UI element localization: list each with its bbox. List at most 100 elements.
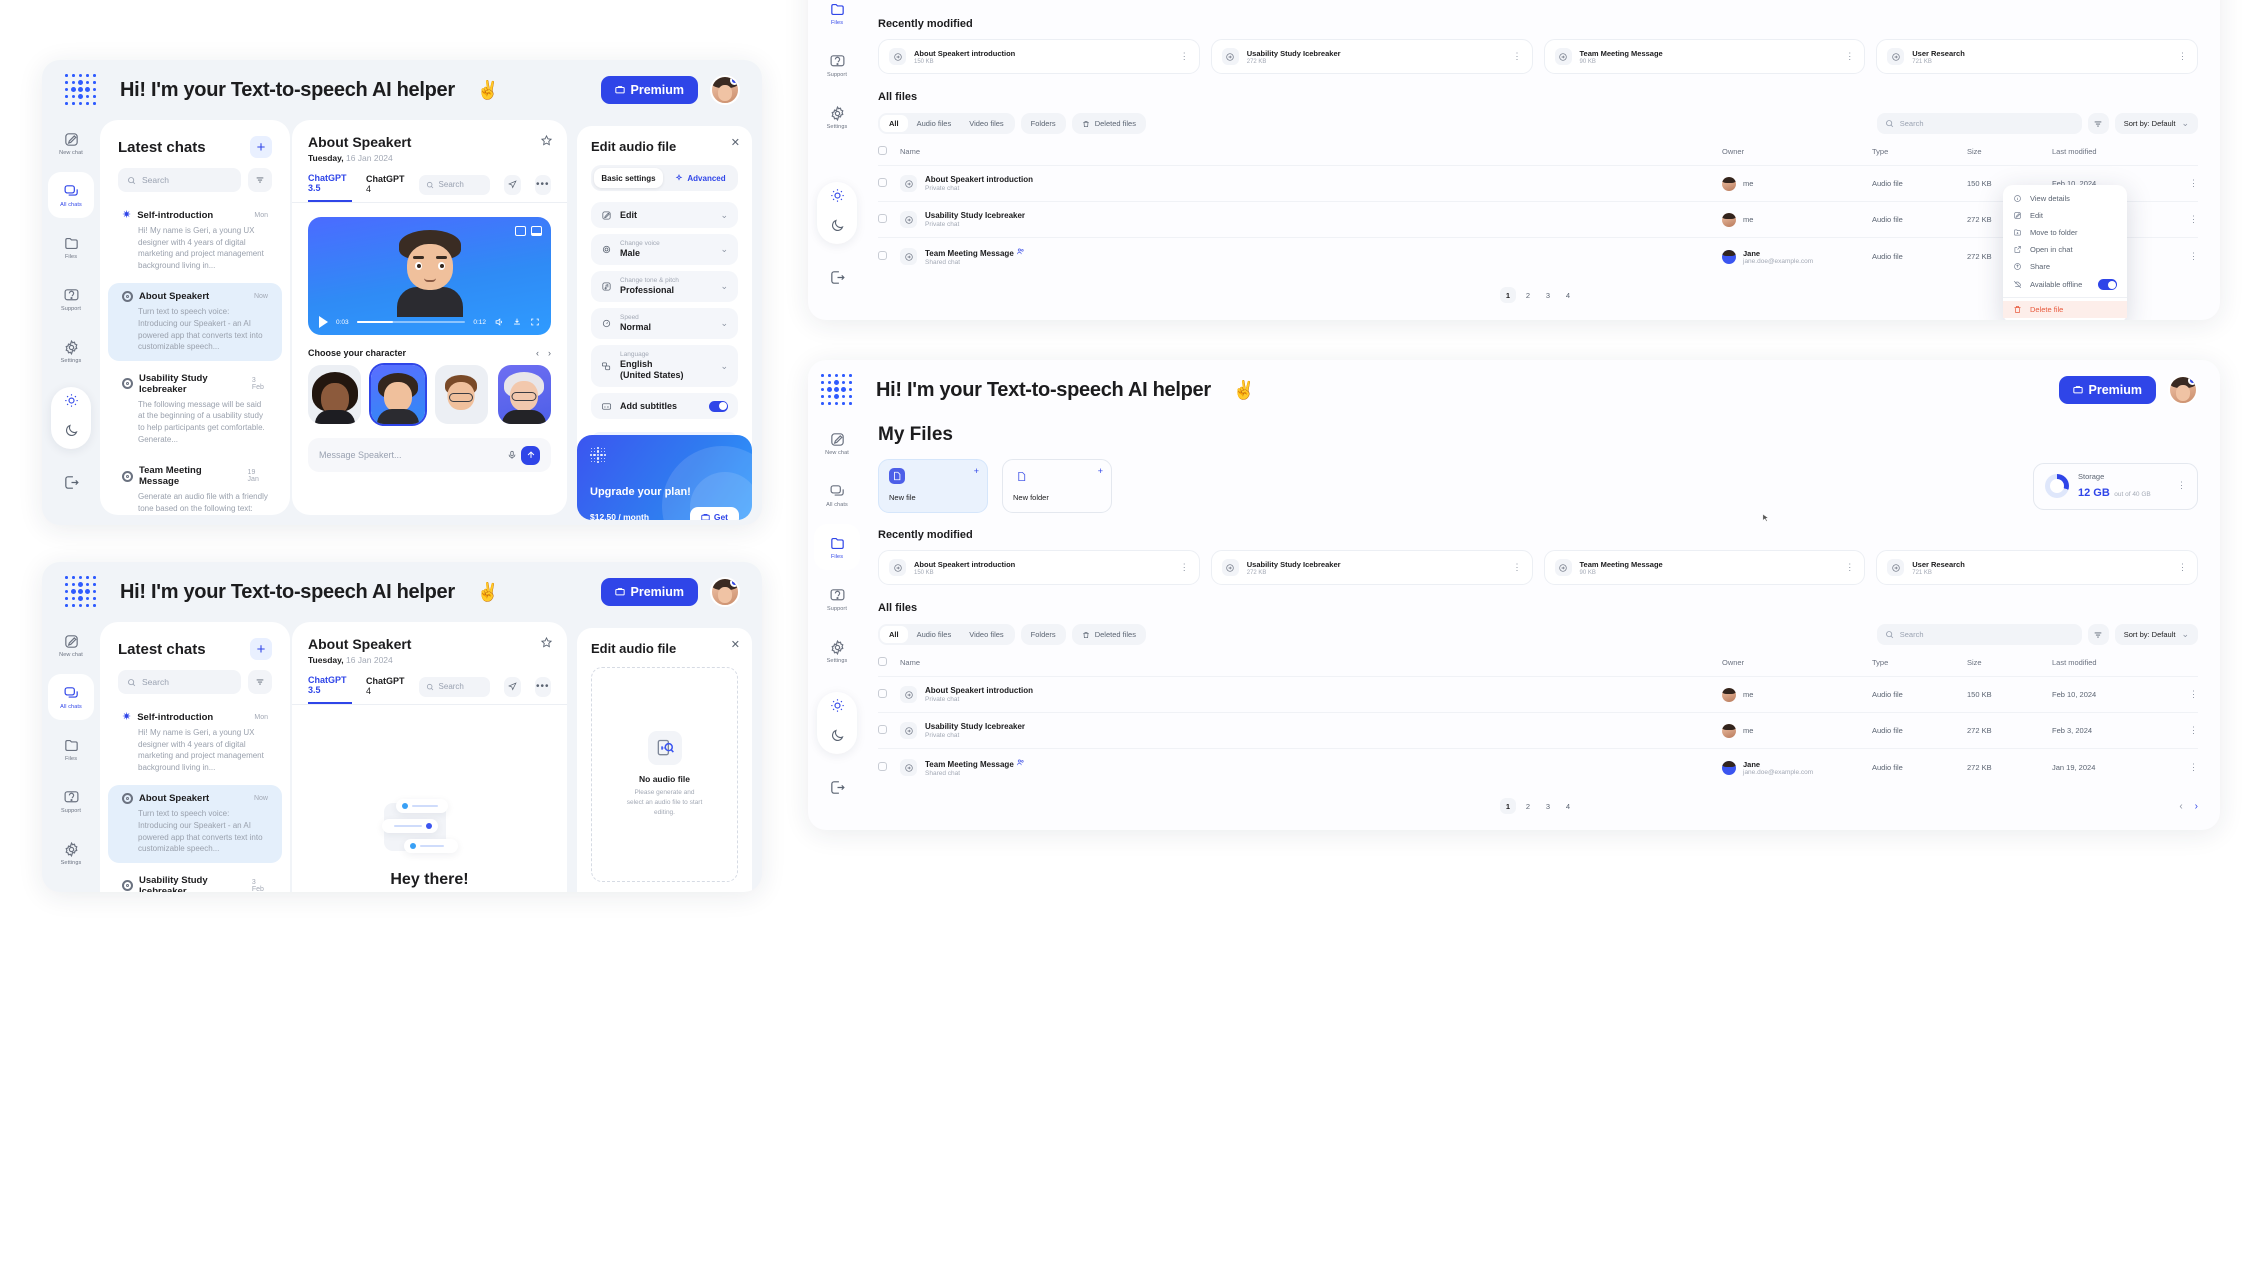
edit-option-language[interactable]: Language English (United States) ⌄	[591, 345, 738, 388]
file-more-button[interactable]: ⋮	[1513, 51, 1522, 61]
logout-button[interactable]	[814, 254, 860, 300]
new-folder-tile[interactable]: + New folder	[1002, 459, 1112, 513]
sidebar-item-files[interactable]: Files	[814, 0, 860, 36]
recent-file-card[interactable]: About Speakert introduction 150 KB ⋮	[878, 39, 1200, 74]
row-more-button[interactable]: ⋮	[2189, 178, 2198, 188]
play-button[interactable]	[319, 316, 328, 328]
search-input[interactable]: Search	[118, 670, 241, 694]
chat-list-item[interactable]: ✷ Self-introduction Mon Hi! My name is Geri…	[108, 704, 282, 781]
more-options-button[interactable]: •••	[534, 174, 551, 195]
logout-button[interactable]	[48, 459, 94, 505]
recent-file-card[interactable]: Usability Study Icebreaker 272 KB ⋮	[1210, 550, 1533, 585]
tab-chatgpt-35[interactable]: ChatGPT 3.5	[308, 675, 353, 704]
file-more-button[interactable]: ⋮	[2178, 562, 2187, 572]
chat-list-item[interactable]: About Speakert Now Turn text to speech voi…	[108, 785, 282, 863]
chat-list-item[interactable]: Usability Study Icebreaker 3 Feb The follo…	[108, 365, 282, 453]
character-option[interactable]	[434, 365, 488, 424]
user-avatar[interactable]	[710, 75, 740, 105]
row-more-button[interactable]: ⋮	[2189, 214, 2198, 224]
picture-in-picture-icon[interactable]	[515, 226, 526, 236]
row-checkbox[interactable]	[878, 251, 887, 260]
filter-deleted-files[interactable]: Deleted files	[1071, 624, 1146, 645]
new-chat-plus-button[interactable]: +	[250, 638, 272, 660]
row-more-button[interactable]: ⋮	[2189, 725, 2198, 735]
context-menu-item-available-offline[interactable]: Available offline	[2003, 275, 2127, 294]
conversation-search-input[interactable]: Search	[418, 676, 491, 697]
conversation-search-input[interactable]: Search	[418, 174, 491, 195]
favorite-star-icon[interactable]	[540, 636, 553, 652]
sidebar-item-all-chats[interactable]: All chats	[48, 172, 94, 218]
character-option-selected[interactable]	[371, 365, 425, 424]
chevron-left-icon[interactable]: ‹	[536, 348, 539, 358]
select-all-checkbox[interactable]	[878, 146, 887, 155]
files-filter-button[interactable]	[2087, 113, 2109, 134]
row-more-button[interactable]: ⋮	[2189, 762, 2198, 772]
row-more-button[interactable]: ⋮	[2189, 251, 2198, 261]
chat-list-item[interactable]: About Speakert Now Turn text to speech voi…	[108, 283, 282, 361]
message-composer[interactable]: Message Speakert...	[308, 438, 551, 472]
filter-audio-files[interactable]: Audio files	[908, 626, 961, 643]
premium-button[interactable]: Premium	[600, 578, 698, 606]
column-header[interactable]: Size	[1967, 138, 2052, 166]
storage-more-button[interactable]: ⋮	[2177, 480, 2186, 490]
close-icon[interactable]: ✕	[731, 638, 740, 651]
microphone-button[interactable]	[502, 446, 521, 465]
column-header[interactable]: Last modified	[2052, 138, 2172, 166]
page-button-3[interactable]: 3	[1540, 287, 1556, 303]
recent-file-card[interactable]: User Research 721 KB ⋮	[1876, 550, 2198, 585]
files-filter-button[interactable]	[2087, 624, 2109, 645]
prev-page-button[interactable]: ‹	[2179, 801, 2182, 812]
page-button-1[interactable]: 1	[1500, 798, 1516, 814]
context-menu-item-share[interactable]: Share	[2003, 258, 2127, 275]
table-row[interactable]: Usability Study Icebreaker Private chat m…	[878, 201, 2198, 238]
sun-icon[interactable]	[830, 188, 845, 208]
subtitles-toggle[interactable]	[709, 400, 728, 412]
recent-file-card[interactable]: User Research 721 KB ⋮	[1876, 39, 2198, 74]
chat-list-item[interactable]: ✷ Self-introduction Mon Hi! My name is Geri…	[108, 202, 282, 279]
more-options-button[interactable]: •••	[534, 676, 551, 697]
table-row[interactable]: Usability Study Icebreaker Private chat m…	[878, 712, 2198, 749]
filter-all[interactable]: All	[880, 626, 908, 643]
recent-file-card[interactable]: Usability Study Icebreaker 272 KB ⋮	[1210, 39, 1533, 74]
logout-button[interactable]	[814, 764, 860, 810]
sidebar-item-new-chat[interactable]: New chat	[48, 120, 94, 166]
next-page-button[interactable]: ›	[2195, 801, 2198, 812]
tab-advanced[interactable]: Advanced	[666, 168, 735, 188]
sidebar-item-settings[interactable]: Settings	[814, 94, 860, 140]
sidebar-item-settings[interactable]: Settings	[48, 830, 94, 876]
page-button-4[interactable]: 4	[1560, 287, 1576, 303]
premium-button[interactable]: Premium	[600, 76, 698, 104]
sidebar-item-files[interactable]: Files	[814, 524, 860, 570]
page-button-2[interactable]: 2	[1520, 287, 1536, 303]
send-plane-button[interactable]	[504, 676, 521, 697]
filter-deleted-files[interactable]: Deleted files	[1071, 113, 1146, 134]
theme-switcher[interactable]	[51, 387, 91, 449]
sidebar-item-support[interactable]: Support	[48, 276, 94, 322]
tab-chatgpt-4[interactable]: ChatGPT 4	[366, 676, 405, 703]
sidebar-item-support[interactable]: Support	[814, 576, 860, 622]
column-header[interactable]: Owner	[1722, 138, 1872, 166]
theme-switcher[interactable]	[817, 182, 857, 244]
new-chat-plus-button[interactable]: +	[250, 136, 272, 158]
column-header[interactable]: Name	[900, 649, 1722, 677]
file-more-button[interactable]: ⋮	[2178, 51, 2187, 61]
get-plan-button[interactable]: Get	[689, 507, 739, 520]
moon-icon[interactable]	[64, 423, 79, 443]
context-menu-item-view-details[interactable]: View details	[2003, 190, 2127, 207]
filter-video-files[interactable]: Video files	[960, 626, 1012, 643]
file-more-button[interactable]: ⋮	[1180, 562, 1189, 572]
column-header[interactable]: Name	[900, 138, 1722, 166]
close-icon[interactable]: ✕	[731, 136, 740, 149]
column-header[interactable]: Type	[1872, 649, 1967, 677]
table-row[interactable]: Team Meeting Message Shared chat Jane jane…	[878, 237, 2198, 275]
sort-by-dropdown[interactable]: Sort by: Default ⌄	[2114, 624, 2198, 645]
favorite-star-icon[interactable]	[540, 134, 553, 150]
character-option[interactable]	[497, 365, 551, 424]
theme-switcher[interactable]	[817, 692, 857, 754]
premium-button[interactable]: Premium	[2058, 376, 2156, 404]
file-more-button[interactable]: ⋮	[1845, 562, 1854, 572]
available-offline-toggle[interactable]	[2098, 279, 2117, 290]
row-checkbox[interactable]	[878, 689, 887, 698]
upgrade-plan-card[interactable]: Upgrade your plan! $12.50 / month Get	[577, 435, 752, 520]
column-header[interactable]: Last modified	[2052, 649, 2172, 677]
